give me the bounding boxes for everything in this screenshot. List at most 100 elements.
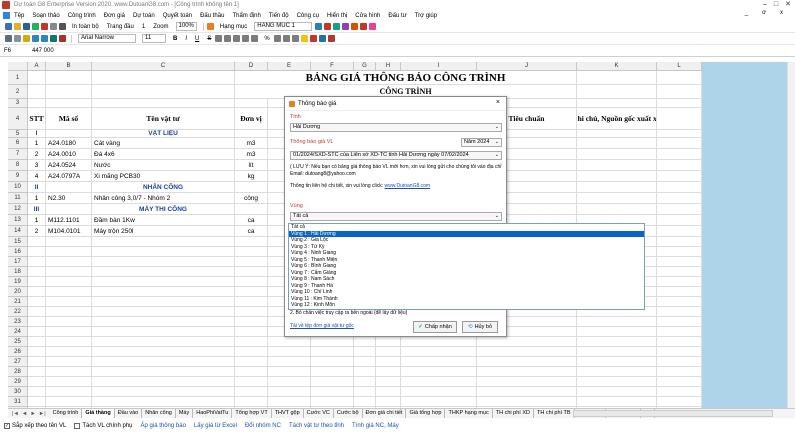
wrap-icon[interactable]: [251, 35, 259, 42]
grid-cell[interactable]: [28, 367, 46, 377]
grid-cell[interactable]: [235, 327, 268, 337]
page-number[interactable]: 1: [142, 24, 145, 30]
row-header[interactable]: 21: [8, 297, 28, 307]
grid-cell[interactable]: [577, 367, 657, 377]
grid-cell[interactable]: [657, 397, 702, 407]
row-header[interactable]: 10: [8, 182, 28, 193]
row-unit[interactable]: [235, 204, 268, 215]
region-select[interactable]: Tất cả ⌄: [290, 212, 502, 221]
row-header[interactable]: 29: [8, 377, 28, 387]
grid-cell[interactable]: [235, 247, 268, 257]
grid-cell[interactable]: [657, 287, 702, 297]
row-stt[interactable]: 1: [28, 193, 46, 204]
menu-settlement[interactable]: Quyết toán: [163, 13, 192, 19]
column-header[interactable]: L: [657, 62, 702, 71]
grid-cell[interactable]: [28, 307, 46, 317]
grid-cell[interactable]: [268, 357, 311, 367]
row-header[interactable]: 31: [8, 397, 28, 407]
row-name[interactable]: Cát vàng: [92, 138, 235, 149]
column-header[interactable]: E: [268, 62, 311, 71]
grid-cell[interactable]: [235, 357, 268, 367]
grid-cell[interactable]: [354, 337, 376, 347]
grid-cell[interactable]: [92, 357, 235, 367]
grid-cell[interactable]: [401, 367, 477, 377]
grid-cell[interactable]: [657, 267, 702, 277]
grid-cell[interactable]: [354, 367, 376, 377]
grid-cell[interactable]: [92, 99, 235, 108]
row-header[interactable]: 27: [8, 357, 28, 367]
grid-cell[interactable]: [28, 397, 46, 407]
align-right-icon[interactable]: [233, 35, 241, 42]
grid-cell[interactable]: [46, 297, 92, 307]
category-select[interactable]: HANG MUC 1: [254, 22, 313, 31]
calc-icon[interactable]: [342, 23, 350, 30]
grid-cell[interactable]: [577, 337, 657, 347]
row-name[interactable]: Đá 4x6: [92, 149, 235, 160]
grid-cell[interactable]: [577, 193, 657, 204]
font-name-select[interactable]: Arial Narrow: [78, 34, 136, 43]
menu-view[interactable]: Hiển thị: [327, 13, 347, 19]
grid-cell[interactable]: [657, 85, 702, 99]
grid-cell[interactable]: [311, 367, 354, 377]
region-option[interactable]: Vùng 12 : Kinh Môn: [289, 302, 644, 309]
grid-cell[interactable]: [92, 377, 235, 387]
grid-cell[interactable]: [235, 257, 268, 267]
menu-tools[interactable]: Công cụ: [297, 13, 319, 19]
sheet-tab[interactable]: HaoPhiVatTu: [193, 409, 233, 418]
grid-cell[interactable]: [311, 337, 354, 347]
italic-button[interactable]: I: [185, 36, 187, 42]
grid-cell[interactable]: [46, 247, 92, 257]
grid-cell[interactable]: [28, 85, 46, 99]
sheet-tab[interactable]: TH chi phí TB: [534, 409, 575, 418]
row-name[interactable]: NHÂN CÔNG: [92, 182, 235, 193]
grid-cell[interactable]: [657, 297, 702, 307]
grid-cell[interactable]: [354, 387, 376, 397]
header-unit[interactable]: Đơn vị: [235, 108, 268, 130]
grid-cell[interactable]: [657, 99, 702, 108]
row-header[interactable]: 7: [8, 149, 28, 160]
split-materials-checkbox[interactable]: [74, 423, 81, 429]
first-sheet-button[interactable]: |◄: [12, 411, 19, 417]
grid-cell[interactable]: [311, 357, 354, 367]
sheet-tab[interactable]: Giá thầng: [82, 409, 115, 418]
row-header[interactable]: 22: [8, 307, 28, 317]
menu-investment[interactable]: Đấu tư: [388, 13, 406, 19]
mdi-close-button[interactable]: x: [780, 10, 783, 16]
cut-icon[interactable]: [5, 35, 12, 42]
header-code[interactable]: Mã số: [46, 108, 92, 130]
row-code[interactable]: N2.30: [46, 193, 92, 204]
grid-cell[interactable]: [92, 71, 235, 85]
grid-cell[interactable]: [376, 337, 401, 347]
save-icon[interactable]: [23, 23, 30, 30]
new-icon[interactable]: [5, 23, 12, 30]
row-stt[interactable]: 2: [28, 226, 46, 237]
grid-cell[interactable]: [28, 377, 46, 387]
row-header[interactable]: 3: [8, 99, 28, 108]
grid-cell[interactable]: [477, 337, 577, 347]
sheet-title[interactable]: BẢNG GIÁ THÔNG BÁO CÔNG TRÌNH: [235, 71, 577, 85]
open-icon[interactable]: [14, 23, 21, 30]
menu-appraisal[interactable]: Thẩm định: [232, 13, 260, 19]
menu-file[interactable]: Tệp: [14, 13, 24, 19]
grid-cell[interactable]: [401, 387, 477, 397]
row-unit[interactable]: lít: [235, 160, 268, 171]
grid-cell[interactable]: [92, 397, 235, 407]
row-header[interactable]: 12: [8, 204, 28, 215]
split-by-province-link[interactable]: Tách vật tư theo tỉnh: [289, 423, 344, 429]
grid-cell[interactable]: [235, 297, 268, 307]
grid-cell[interactable]: [46, 347, 92, 357]
grid-cell[interactable]: [401, 357, 477, 367]
grid-cell[interactable]: [92, 247, 235, 257]
website-link[interactable]: www.DutoanG8.com: [385, 183, 431, 189]
font-size-select[interactable]: 11: [142, 34, 166, 43]
dialog-close-button[interactable]: ×: [496, 99, 500, 106]
row-header[interactable]: 5: [8, 130, 28, 138]
maximize-button[interactable]: □: [774, 0, 778, 10]
grid-cell[interactable]: [28, 327, 46, 337]
print-all-button[interactable]: In toàn bộ: [72, 24, 99, 30]
delete-icon[interactable]: [324, 23, 332, 30]
grid-cell[interactable]: [657, 226, 702, 237]
undo-icon[interactable]: [32, 35, 39, 42]
grid-cell[interactable]: [235, 99, 268, 108]
menu-project[interactable]: Công trình: [68, 13, 96, 19]
